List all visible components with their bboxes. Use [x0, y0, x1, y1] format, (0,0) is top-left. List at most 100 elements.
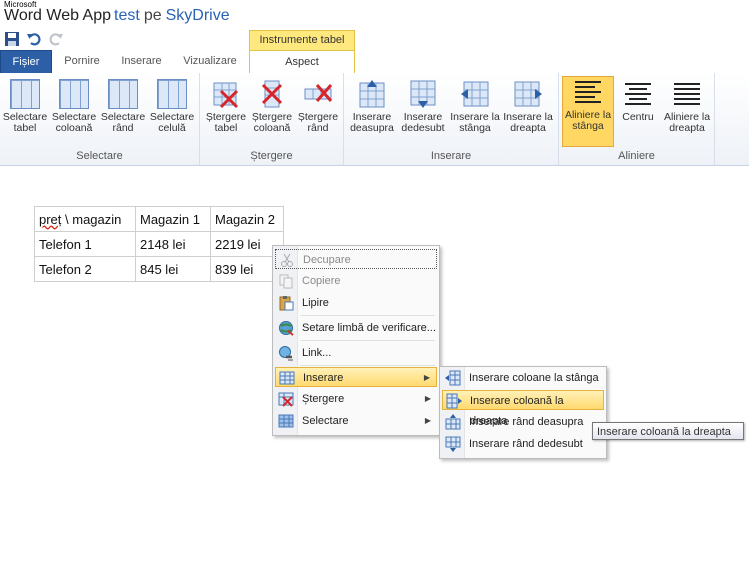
- app-title: Word Web App test pe SkyDrive: [4, 7, 230, 25]
- submenu-item-insert-row-above[interactable]: Inserare rând deasupra: [442, 412, 604, 432]
- submenu-arrow-icon: ▶: [423, 373, 430, 382]
- table-cell[interactable]: preț \ magazin: [34, 206, 136, 232]
- menu-item-select[interactable]: Selectare ▶: [275, 411, 437, 431]
- table-cell[interactable]: Telefon 1: [34, 231, 136, 257]
- menu-item-copy[interactable]: Copiere: [275, 271, 437, 291]
- align-center-icon: [623, 79, 653, 109]
- align-center-button[interactable]: Centru: [615, 79, 661, 123]
- menu-item-insert[interactable]: Inserare ▶: [275, 367, 437, 387]
- submenu-arrow-icon: ▶: [424, 394, 431, 403]
- group-label-delete: Ștergere: [250, 150, 293, 162]
- table-cell[interactable]: Telefon 2: [34, 256, 136, 282]
- delete-column-button[interactable]: Ștergere coloană: [249, 79, 295, 134]
- delete-table-icon: [211, 79, 241, 109]
- select-cell-button[interactable]: Selectare celulă: [149, 79, 195, 134]
- save-icon[interactable]: [4, 31, 20, 47]
- select-table-icon: [10, 79, 40, 109]
- tooltip: Inserare coloană la dreapta: [592, 422, 744, 440]
- group-align: Aliniere la stânga Centru Aliniere la dr…: [559, 73, 715, 165]
- group-select: Selectare tabel Selectare coloană Select…: [0, 73, 200, 165]
- copy-icon: [278, 273, 294, 289]
- title-connector: pe: [143, 7, 162, 24]
- insert-right-button[interactable]: Inserare la dreapta: [502, 79, 554, 134]
- insert-submenu: Inserare coloane la stânga Inserare colo…: [439, 366, 607, 459]
- table-row: Telefon 1 2148 lei 2219 lei: [34, 231, 284, 257]
- menu-separator: [300, 365, 435, 366]
- language-icon: [278, 320, 294, 336]
- select-cell-icon: [157, 79, 187, 109]
- app-name: Word Web App: [4, 7, 112, 24]
- insert-below-icon: [408, 79, 438, 109]
- insert-column-right-icon: [446, 393, 462, 409]
- delete-table-button[interactable]: Ștergere tabel: [203, 79, 249, 134]
- insert-table-icon: [279, 370, 295, 386]
- submenu-item-insert-column-right[interactable]: Inserare coloană la dreapta: [442, 390, 604, 427]
- select-table-icon: [278, 413, 294, 429]
- redo-icon: [48, 31, 64, 47]
- delete-table-icon: [278, 391, 294, 407]
- menu-item-cut[interactable]: Decupare: [275, 249, 437, 269]
- group-label-insert: Inserare: [430, 150, 472, 162]
- quick-access-toolbar: [4, 31, 64, 49]
- tab-file[interactable]: Fișier: [0, 50, 52, 75]
- table-cell[interactable]: 2148 lei: [135, 231, 211, 257]
- select-row-button[interactable]: Selectare rând: [100, 79, 146, 134]
- menu-separator: [300, 315, 435, 316]
- insert-above-button[interactable]: Inserare deasupra: [347, 79, 397, 134]
- header-cell-rest: \ magazin: [61, 211, 122, 227]
- delete-column-icon: [257, 79, 287, 109]
- menu-item-set-proofing-language[interactable]: Setare limbă de verificare...: [275, 318, 437, 338]
- submenu-item-insert-row-below[interactable]: Inserare rând dedesubt: [442, 434, 604, 454]
- title-bar: Microsoft Word Web App test pe SkyDrive: [0, 0, 749, 32]
- submenu-item-insert-column-left[interactable]: Inserare coloane la stânga: [442, 368, 604, 388]
- insert-column-left-icon: [445, 370, 461, 386]
- menu-item-paste[interactable]: Lipire: [275, 293, 437, 313]
- document-name-link[interactable]: test: [114, 7, 140, 24]
- paste-icon: [278, 295, 294, 311]
- table-cell[interactable]: 845 lei: [135, 256, 211, 282]
- group-label-align: Aliniere: [618, 150, 655, 162]
- table-tools-header: Instrumente tabel: [249, 30, 355, 50]
- undo-icon[interactable]: [26, 31, 42, 47]
- select-column-icon: [59, 79, 89, 109]
- menu-item-link[interactable]: Link...: [275, 343, 437, 363]
- delete-row-button[interactable]: Ștergere rând: [295, 79, 341, 134]
- group-delete: Ștergere tabel Ștergere coloană Ștergere…: [200, 73, 344, 165]
- insert-below-button[interactable]: Inserare dedesubt: [398, 79, 448, 134]
- group-insert: Inserare deasupra Inserare dedesubt Inse…: [344, 73, 559, 165]
- submenu-arrow-icon: ▶: [424, 416, 431, 425]
- insert-row-above-icon: [445, 414, 461, 430]
- insert-left-button[interactable]: Inserare la stânga: [450, 79, 500, 134]
- table-row: Telefon 2 845 lei 839 lei: [34, 256, 284, 282]
- insert-row-below-icon: [445, 436, 461, 452]
- link-icon: [278, 345, 294, 361]
- table-row: preț \ magazin Magazin 1 Magazin 2: [34, 206, 284, 232]
- insert-right-icon: [513, 79, 543, 109]
- align-left-icon: [573, 77, 603, 107]
- insert-left-icon: [460, 79, 490, 109]
- align-right-button[interactable]: Aliniere la dreapta: [662, 79, 712, 134]
- document-table[interactable]: preț \ magazin Magazin 1 Magazin 2 Telef…: [34, 206, 284, 282]
- menu-item-delete[interactable]: Ștergere ▶: [275, 389, 437, 409]
- table-cell[interactable]: Magazin 1: [135, 206, 211, 232]
- tab-layout[interactable]: Aspect: [249, 50, 355, 75]
- select-table-button[interactable]: Selectare tabel: [2, 79, 48, 134]
- skydrive-link[interactable]: SkyDrive: [166, 7, 230, 24]
- context-menu: Decupare Copiere Lipire Setare limbă de …: [272, 245, 440, 436]
- tab-insert[interactable]: Inserare: [114, 50, 169, 73]
- ribbon-tabs: Fișier Pornire Inserare Vizualizare Aspe…: [0, 50, 749, 75]
- select-row-icon: [108, 79, 138, 109]
- menu-separator: [300, 340, 435, 341]
- scissors-icon: [279, 252, 295, 268]
- ribbon: Selectare tabel Selectare coloană Select…: [0, 73, 749, 166]
- tab-home[interactable]: Pornire: [57, 50, 107, 73]
- align-right-icon: [672, 79, 702, 109]
- align-left-button[interactable]: Aliniere la stânga: [562, 76, 614, 147]
- insert-above-icon: [357, 79, 387, 109]
- table-cell[interactable]: Magazin 2: [210, 206, 284, 232]
- group-label-select: Selectare: [76, 150, 123, 162]
- delete-row-icon: [303, 79, 333, 109]
- select-column-button[interactable]: Selectare coloană: [51, 79, 97, 134]
- tab-view[interactable]: Vizualizare: [176, 50, 244, 73]
- misspelled-word[interactable]: preț: [39, 212, 61, 227]
